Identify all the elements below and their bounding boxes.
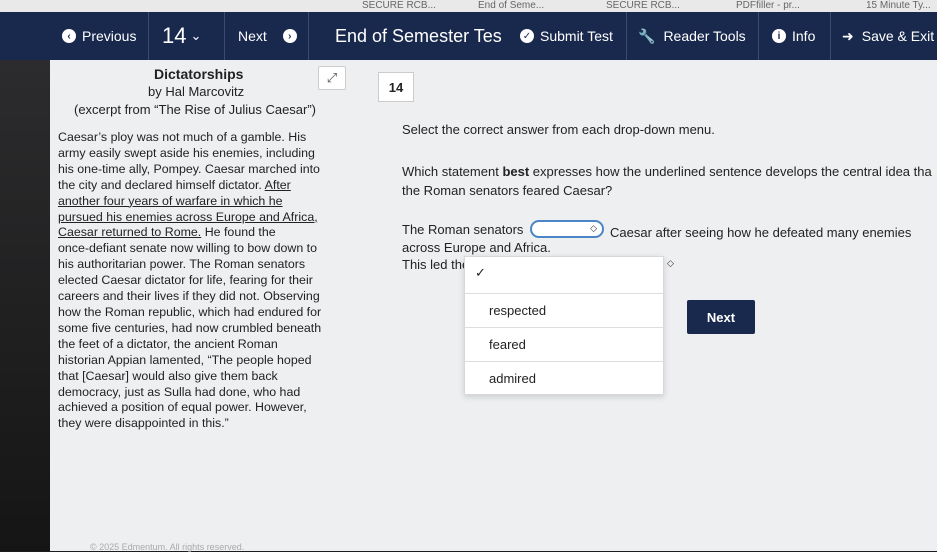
divider — [148, 12, 149, 60]
answer-dropdown-2-menu[interactable]: ✓ respected feared admired — [464, 256, 664, 395]
chevron-right-icon: › — [282, 29, 297, 43]
divider — [224, 12, 225, 60]
exit-icon: ➜ — [842, 27, 854, 44]
sentence1-end: Caesar after seeing how he defeated many… — [610, 225, 912, 240]
underlined-sentence: pursued his enemies across Europe and Af… — [58, 209, 318, 224]
divider — [830, 12, 831, 60]
sentence1-line2: across Europe and Africa. — [402, 240, 551, 255]
dropdown-option[interactable]: respected — [465, 293, 663, 327]
submit-test-button[interactable]: ✓ Submit Test — [514, 12, 613, 60]
info-icon: i — [772, 29, 786, 43]
underlined-sentence: Caesar returned to Rome. — [58, 225, 202, 240]
underlined-sentence: After — [264, 177, 291, 192]
sentence2-start: This led the — [402, 257, 470, 272]
divider — [308, 12, 309, 60]
test-toolbar: ‹ Previous 14 ⌄ Next › End of Semester T… — [0, 12, 937, 60]
browser-tab[interactable]: End of Seme... — [478, 0, 544, 11]
sentence1-start: The Roman senators — [402, 222, 524, 237]
check-circle-icon: ✓ — [520, 29, 534, 43]
browser-tab[interactable]: PDFfiller - pr... — [736, 0, 800, 11]
test-title: End of Semester Tes — [335, 25, 502, 46]
checkmark-icon: ✓ — [475, 265, 486, 280]
dropdown-option[interactable]: admired — [465, 361, 663, 395]
question-prompt-line2: the Roman senators feared Caesar? — [402, 183, 613, 198]
window-edge — [0, 60, 50, 551]
chevron-down-icon: ⌄ — [190, 28, 202, 43]
question-number: 14 — [378, 72, 414, 102]
answer-dropdown-1[interactable]: ◇ — [530, 220, 604, 238]
next-button[interactable]: Next — [687, 300, 755, 334]
dropdown-option[interactable]: feared — [465, 327, 663, 361]
chevron-left-icon: ‹ — [62, 29, 76, 43]
previous-button[interactable]: ‹ Previous — [56, 12, 136, 60]
save-exit-button[interactable]: ➜ Save & Exit — [842, 12, 934, 60]
chevron-updown-icon: ◇ — [590, 223, 597, 233]
passage-body: Caesar’s ploy was not much of a gamble. … — [58, 130, 322, 431]
info-button[interactable]: i Info — [766, 12, 815, 60]
passage-title: Dictatorships — [154, 66, 244, 82]
question-prompt: Which statement best expresses how the u… — [402, 164, 932, 179]
browser-tab[interactable]: 15 Minute Ty... — [866, 0, 931, 11]
passage-author: by Hal Marcovitz — [148, 84, 245, 99]
expand-icon[interactable]: ⤢ — [318, 66, 346, 90]
browser-tab-strip: SECURE RCB... End of Seme... SECURE RCB.… — [0, 0, 937, 12]
underlined-sentence: another four years of warfare in which h… — [58, 193, 283, 208]
question-selector[interactable]: 14 ⌄ — [162, 12, 201, 60]
browser-tab[interactable]: SECURE RCB... — [362, 0, 436, 11]
question-instruction: Select the correct answer from each drop… — [402, 122, 715, 137]
divider — [626, 12, 627, 60]
passage-source: (excerpt from “The Rise of Julius Caesar… — [74, 102, 317, 117]
next-question-button[interactable]: Next › — [238, 12, 303, 60]
divider — [758, 12, 759, 60]
chevron-updown-icon: ◇ — [667, 258, 674, 268]
browser-tab[interactable]: SECURE RCB... — [606, 0, 680, 11]
reader-tools-button[interactable]: 🔧 Reader Tools — [638, 12, 746, 60]
wrench-icon: 🔧 — [638, 27, 656, 44]
